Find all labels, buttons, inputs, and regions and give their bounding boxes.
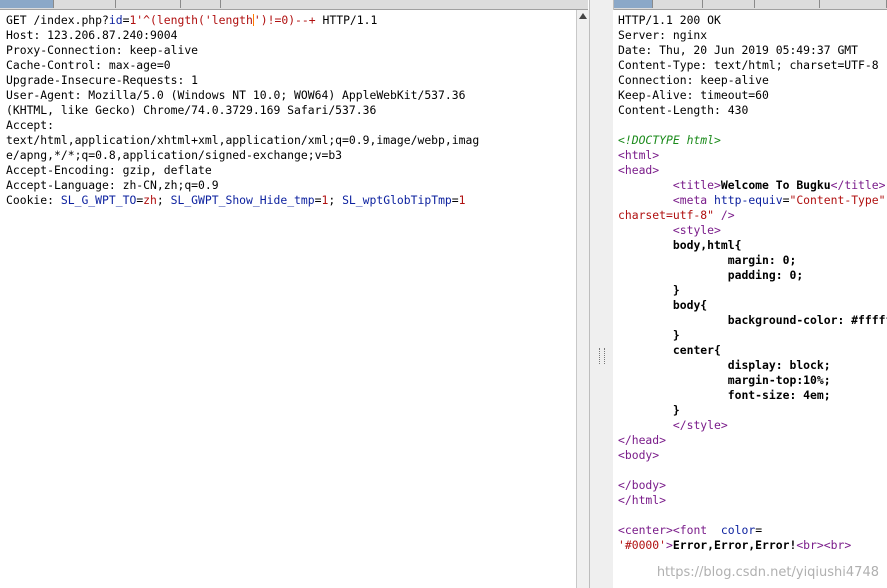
request-header-line: Cache-Control: max-age=0 (6, 58, 171, 72)
pane-splitter[interactable] (589, 0, 614, 588)
css-line: } (672, 328, 680, 342)
response-header-line: Server: nginx (618, 28, 708, 42)
request-header-line: Proxy-Connection: keep-alive (6, 43, 199, 57)
request-header-line: Accept-Encoding: gzip, deflate (6, 163, 212, 177)
css-line: } (672, 403, 680, 417)
response-viewer[interactable]: HTTP/1.1 200 OK Server: nginx Date: Thu,… (613, 10, 887, 588)
response-header-line: Connection: keep-alive (618, 73, 769, 87)
request-tab-raw[interactable] (0, 0, 54, 8)
response-tab-strip (613, 0, 887, 10)
request-tab-strip (0, 0, 588, 10)
response-header-line: Content-Type: text/html; charset=UTF-8 (618, 58, 879, 72)
css-line: } (672, 283, 680, 297)
request-header-line: Host: 123.206.87.240:9004 (6, 28, 178, 42)
cookie-header: Cookie: SL_G_WPT_TO=zh; SL_GWPT_Show_Hid… (6, 193, 466, 207)
response-header-line: HTTP/1.1 200 OK (618, 13, 721, 27)
request-header-line: User-Agent: Mozilla/5.0 (Windows NT 10.0… (6, 88, 466, 102)
request-tab-hex[interactable] (181, 0, 221, 8)
css-line: font-size: 4em; (672, 388, 831, 402)
splitter-grip-icon[interactable] (599, 348, 605, 364)
response-tab-headers[interactable] (653, 0, 703, 8)
css-line: center{ (672, 343, 721, 357)
response-tab-render[interactable] (820, 0, 887, 8)
request-header-line: Accept: (6, 118, 61, 132)
request-scrollbar[interactable] (576, 10, 589, 588)
response-header-line: Date: Thu, 20 Jun 2019 05:49:37 GMT (618, 43, 859, 57)
css-line: display: block; (672, 358, 831, 372)
response-tab-hex[interactable] (703, 0, 755, 8)
request-header-line: text/html,application/xhtml+xml,applicat… (6, 133, 480, 147)
request-tab-params[interactable] (54, 0, 116, 8)
css-line: body{ (672, 298, 708, 312)
request-header-line: Upgrade-Insecure-Requests: 1 (6, 73, 199, 87)
response-tab-raw[interactable] (613, 0, 653, 8)
response-header-line: Content-Length: 430 (618, 103, 749, 117)
css-line: background-color: #ffffff; (672, 313, 887, 327)
request-header-line: (KHTML, like Gecko) Chrome/74.0.3729.169… (6, 103, 377, 117)
request-tab-headers[interactable] (116, 0, 181, 8)
watermark: https://blog.csdn.net/yiqiushi4748 (656, 565, 879, 580)
request-line: GET /index.php?id=1'^(length('length')!=… (6, 13, 378, 27)
css-line: margin-top:10%; (672, 373, 831, 387)
scroll-up-arrow-icon[interactable] (579, 13, 587, 19)
css-line: padding: 0; (672, 268, 804, 282)
request-header-line: Accept-Language: zh-CN,zh;q=0.9 (6, 178, 219, 192)
response-tab-html[interactable] (755, 0, 820, 8)
request-editor[interactable]: GET /index.php?id=1'^(length('length')!=… (0, 10, 576, 588)
css-line: margin: 0; (672, 253, 797, 267)
response-header-line: Keep-Alive: timeout=60 (618, 88, 769, 102)
request-header-line: e/apng,*/*;q=0.8,application/signed-exch… (6, 148, 343, 162)
css-line: body,html{ (672, 238, 742, 252)
